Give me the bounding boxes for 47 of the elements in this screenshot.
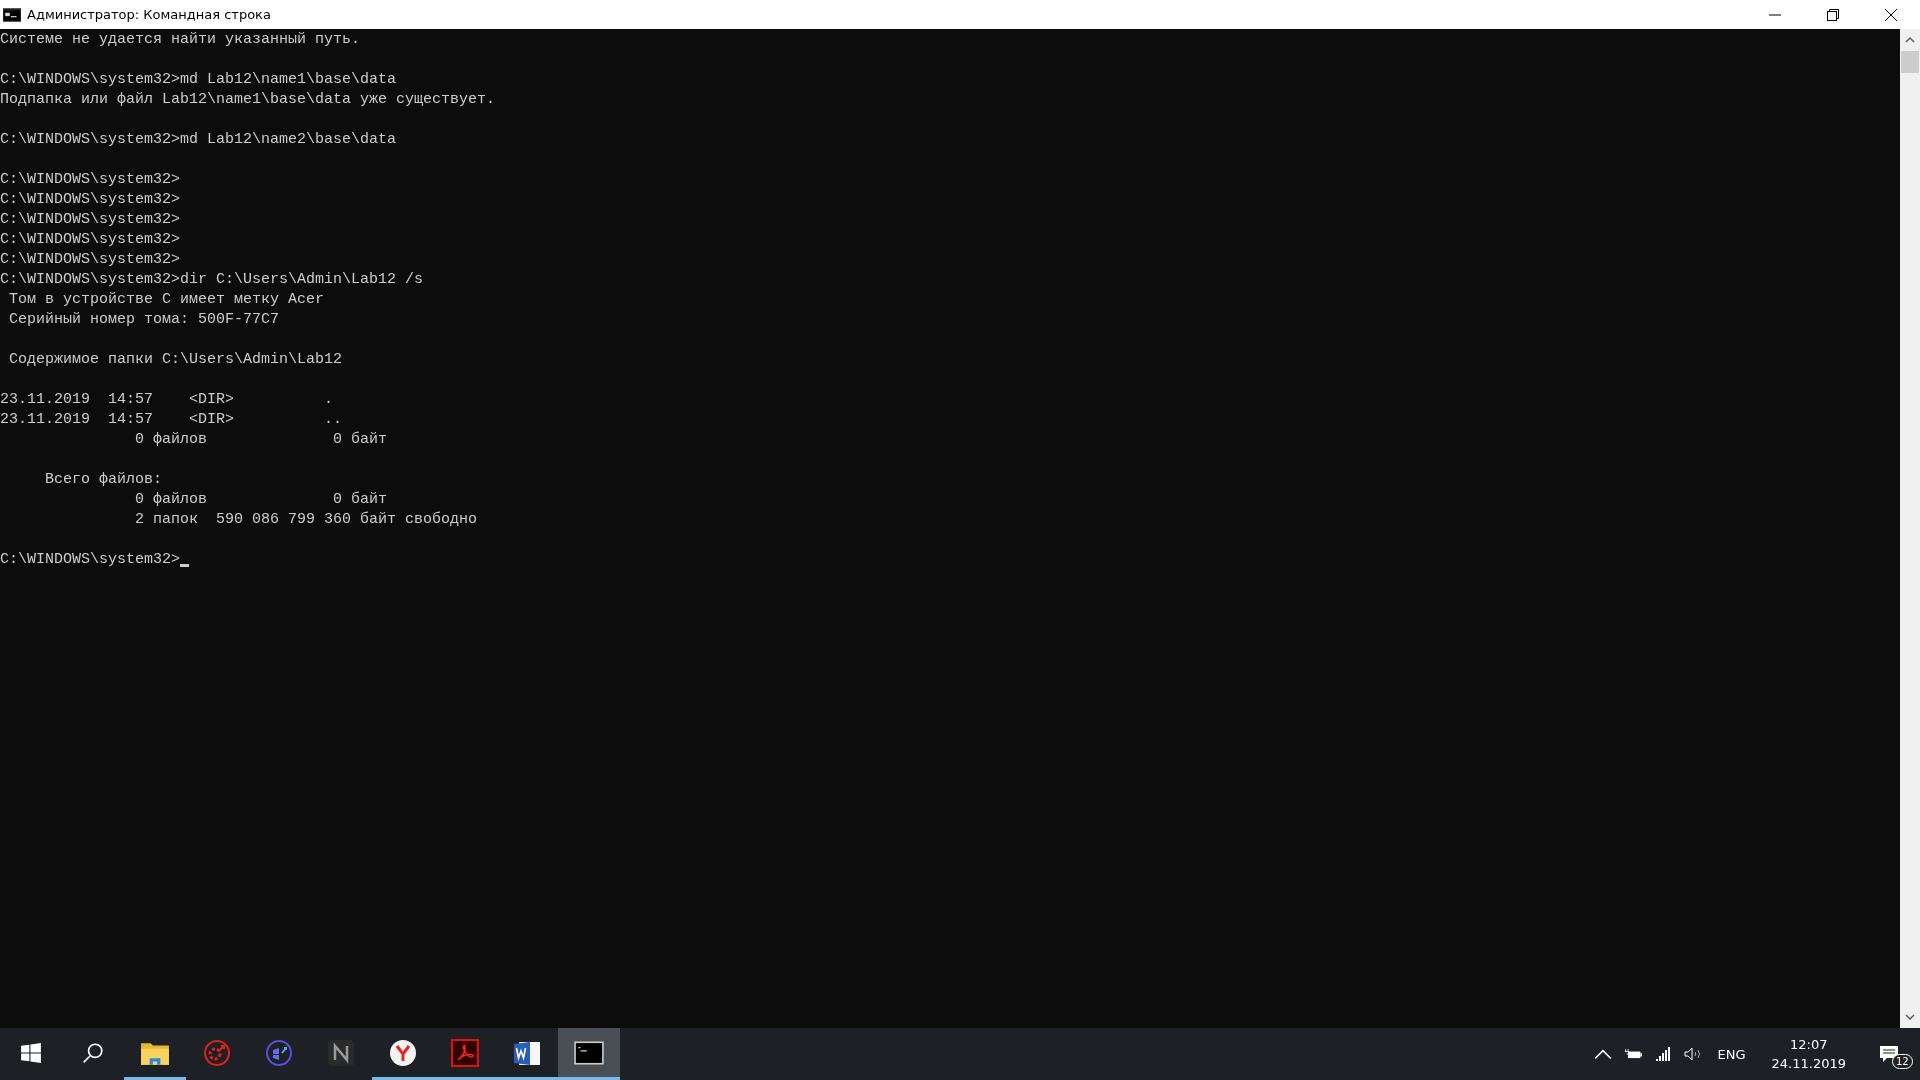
console-line: C:\WINDOWS\system32> [0, 170, 181, 190]
notification-count: 12 [1892, 1054, 1913, 1069]
letter-n-icon [326, 1038, 356, 1067]
console-line: 0 файлов 0 байт [134, 430, 388, 450]
console-icon [3, 7, 21, 22]
window-title: Администратор: Командная строка [27, 7, 271, 22]
scroll-down-icon[interactable] [1905, 1014, 1915, 1020]
volume-icon[interactable] [1683, 1047, 1702, 1061]
console-line: C:\WINDOWS\system32> [0, 250, 181, 270]
console-line: C:\WINDOWS\system32>md Lab12\name2\base\data [0, 130, 397, 150]
scroll-up-icon[interactable] [1905, 37, 1915, 43]
letter-y-icon [388, 1038, 418, 1067]
restore-icon [1827, 8, 1839, 21]
pdf-icon [450, 1038, 480, 1067]
console-line: C:\WINDOWS\system32>md Lab12\name1\base\data [0, 70, 397, 90]
console-line: C:\WINDOWS\system32> [0, 190, 181, 210]
console-line: 23.11.2019 14:57 <DIR> .. [0, 410, 343, 430]
console-line: Том в устройстве C имеет метку Acer [8, 290, 325, 310]
console-line: C:\WINDOWS\system32> [0, 210, 181, 230]
search-icon [82, 1041, 104, 1064]
signal-icon[interactable] [1653, 1047, 1672, 1061]
scrollbar-thumb[interactable] [1901, 51, 1919, 73]
console-line: Всего файлов: [44, 470, 163, 490]
console-line: Системе не удается найти указанный путь. [0, 30, 361, 50]
battery-icon[interactable] [1623, 1047, 1642, 1061]
taskbar-app[interactable] [558, 1028, 620, 1080]
shield-icon [264, 1038, 294, 1067]
clock[interactable]: 12:07 24.11.2019 [1759, 1028, 1858, 1080]
console-line: 2 папок 590 086 799 360 байт свободно [134, 510, 478, 530]
scrollbar[interactable] [1900, 29, 1920, 1028]
console-line: C:\WINDOWS\system32> [0, 230, 181, 250]
close-icon [1885, 8, 1897, 21]
windows-logo-icon [20, 1041, 42, 1064]
time-text: 12:07 [1790, 1037, 1828, 1052]
language-indicator[interactable]: ENG [1717, 1046, 1746, 1062]
console-line: Серийный номер тома: 500F-77C7 [8, 310, 280, 330]
chevron-up-icon[interactable] [1593, 1047, 1612, 1061]
console-line: 0 файлов 0 байт [134, 490, 388, 510]
console-line: Содержимое папки C:\Users\Admin\Lab12 [8, 350, 343, 370]
console-line: Подпапка или файл Lab12\name1\base\data уже существует. [0, 90, 496, 110]
console-line: 23.11.2019 14:57 <DIR> . [0, 390, 334, 410]
notification-icon[interactable] [1879, 1045, 1899, 1063]
gear-icon [202, 1038, 232, 1067]
console-line: C:\WINDOWS\system32> [0, 550, 181, 570]
console-icon [574, 1038, 604, 1067]
date-text: 24.11.2019 [1771, 1056, 1846, 1071]
console-line: C:\WINDOWS\system32>dir C:\Users\Admin\Lab12 /s [0, 270, 424, 290]
